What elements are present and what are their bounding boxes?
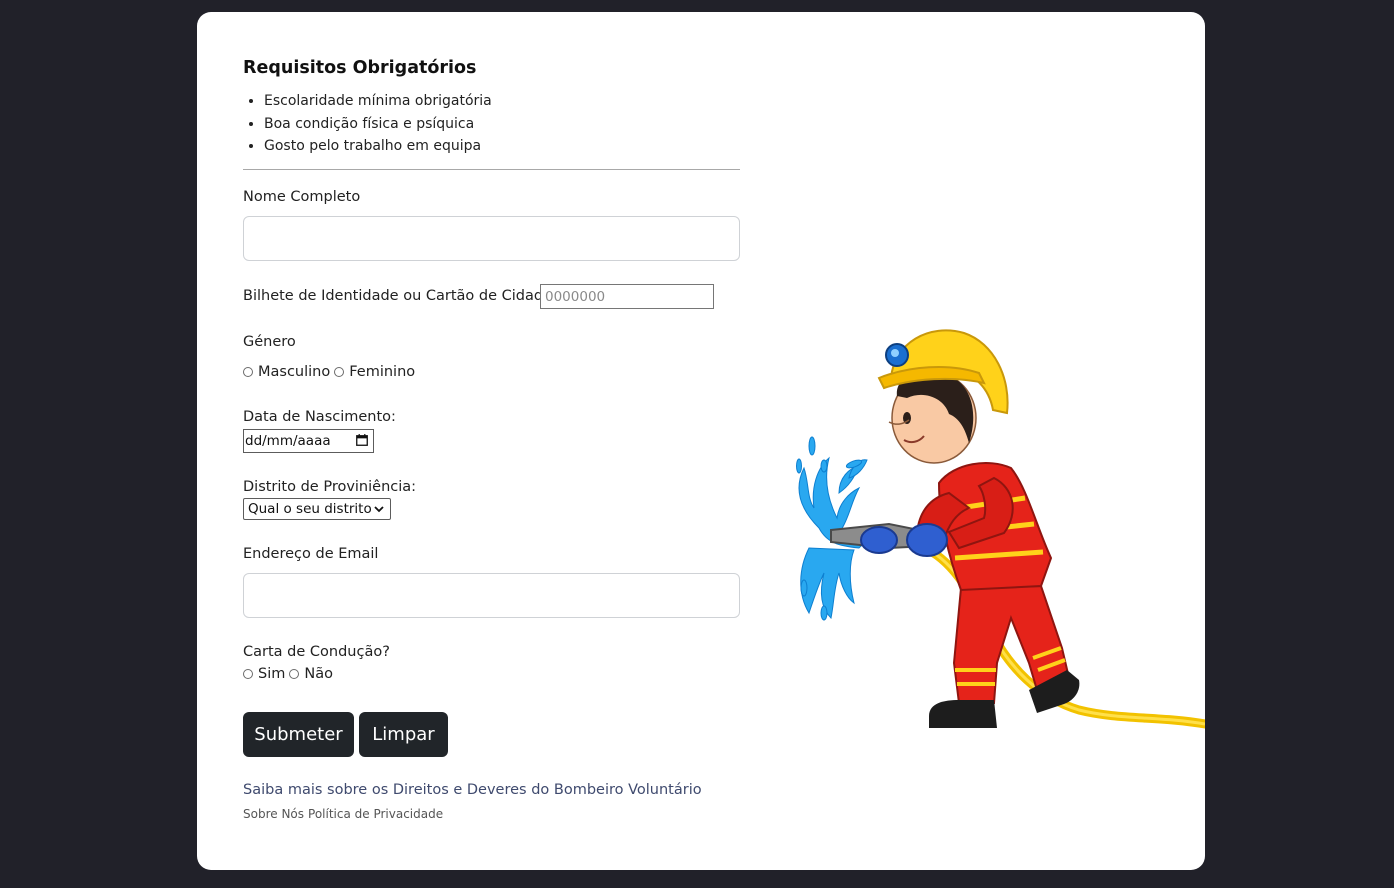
district-label: Distrito de Proviniência:: [243, 479, 417, 495]
registration-card: Requisitos Obrigatórios Escolaridade mín…: [197, 12, 1205, 870]
district-select[interactable]: Qual o seu distrito: [243, 498, 391, 520]
gender-male-radio[interactable]: [243, 367, 253, 377]
license-no-label[interactable]: Não: [304, 666, 333, 682]
clear-button[interactable]: Limpar: [359, 712, 448, 757]
gender-options: Masculino Feminino: [243, 362, 415, 382]
license-yes-radio[interactable]: [243, 669, 253, 679]
footer-links: Sobre Nós Política de Privacidade: [243, 807, 443, 821]
firefighter-boots: [929, 700, 997, 728]
birthdate-placeholder: dd/mm/aaaa: [245, 433, 331, 449]
chevron-down-icon: [374, 506, 384, 513]
email-label: Endereço de Email: [243, 546, 379, 562]
section-divider: [243, 169, 740, 170]
requirement-item: Gosto pelo trabalho em equipa: [264, 135, 492, 158]
district-selected-value: Qual o seu distrito: [248, 501, 372, 517]
driving-license-label: Carta de Condução?: [243, 644, 390, 660]
full-name-input[interactable]: [243, 216, 740, 261]
calendar-icon[interactable]: [356, 434, 368, 446]
gender-female-radio[interactable]: [334, 367, 345, 377]
privacy-policy-link[interactable]: Política de Privacidade: [308, 807, 443, 821]
requirement-item: Boa condição física e psíquica: [264, 113, 492, 136]
gender-male-label[interactable]: Masculino: [258, 364, 330, 380]
gender-female-label[interactable]: Feminino: [349, 364, 415, 380]
email-input[interactable]: [243, 573, 740, 618]
submit-button[interactable]: Submeter: [243, 712, 354, 757]
requirements-title: Requisitos Obrigatórios: [243, 58, 477, 78]
requirement-item: Escolaridade mínima obrigatória: [264, 90, 492, 113]
id-number-label: Bilhete de Identidade ou Cartão de Cidad…: [243, 288, 566, 304]
gender-label: Género: [243, 334, 296, 350]
rights-duties-link[interactable]: Saiba mais sobre os Direitos e Deveres d…: [243, 782, 702, 798]
driving-license-options: Sim Não: [243, 664, 333, 684]
firefighter-illustration: [796, 329, 1205, 729]
id-number-input[interactable]: [540, 284, 714, 309]
full-name-label: Nome Completo: [243, 189, 361, 205]
birthdate-input[interactable]: dd/mm/aaaa: [243, 429, 374, 453]
birthdate-label: Data de Nascimento:: [243, 409, 396, 425]
requirements-list: Escolaridade mínima obrigatória Boa cond…: [243, 90, 492, 158]
about-link[interactable]: Sobre Nós: [243, 807, 304, 821]
license-no-radio[interactable]: [289, 669, 300, 679]
firefighter-glove: [860, 526, 898, 554]
license-yes-label[interactable]: Sim: [258, 666, 285, 682]
